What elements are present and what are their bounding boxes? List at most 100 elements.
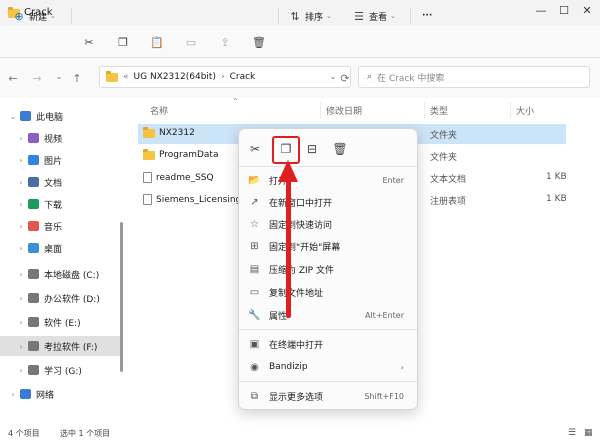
sidebar-item[interactable]: › 网络	[0, 384, 120, 404]
sidebar-item[interactable]: ⌄ 此电脑	[0, 106, 120, 126]
chevron-right-icon[interactable]: ⌄	[6, 112, 20, 121]
column-type[interactable]: 类型	[430, 104, 448, 117]
cut-icon[interactable]: ✂	[82, 35, 96, 49]
menu-item[interactable]: 🔧 属性 Alt+Enter	[248, 304, 414, 326]
sidebar-item-label: 本地磁盘 (C:)	[44, 270, 100, 281]
column-size[interactable]: 大小	[516, 104, 534, 117]
sidebar-item[interactable]: › 文档	[0, 172, 120, 192]
menu-divider	[239, 381, 417, 382]
sidebar-item[interactable]: › 图片	[0, 150, 120, 170]
breadcrumb-overflow[interactable]: «	[123, 72, 129, 82]
location-icon	[20, 389, 31, 399]
more-options-button[interactable]: ···	[422, 6, 432, 26]
sort-button[interactable]: ⇅ 排序 ⌄	[288, 6, 332, 26]
sidebar-item-label: 视频	[44, 134, 63, 145]
copy-icon[interactable]: ❐	[116, 35, 130, 49]
delete-icon[interactable]: 🗑	[331, 140, 349, 158]
file-type: 文件夹	[430, 153, 458, 163]
breadcrumb-segment[interactable]: UG NX2312(64bit)	[134, 72, 216, 82]
menu-item[interactable]: ◉ Bandizip ›	[248, 356, 414, 378]
file-name-text: ProgramData	[159, 150, 219, 160]
folder-icon	[143, 126, 155, 138]
sidebar-item-label: 学习 (G:)	[44, 366, 82, 377]
menu-item-icon: ◉	[250, 361, 259, 373]
sidebar-item[interactable]: › 视频	[0, 128, 120, 148]
sidebar-item-label: 桌面	[44, 244, 63, 255]
chevron-right-icon[interactable]: ›	[14, 244, 28, 253]
delete-icon[interactable]: 🗑	[252, 35, 266, 49]
chevron-right-icon[interactable]: ›	[14, 134, 28, 143]
close-button[interactable]: ✕	[580, 4, 594, 18]
menu-item-icon: ▣	[249, 338, 260, 350]
search-input[interactable]: ⌕ 在 Crack 中搜索	[358, 66, 590, 88]
chevron-right-icon[interactable]: ›	[14, 294, 28, 303]
maximize-button[interactable]: ☐	[557, 4, 571, 18]
back-icon[interactable]: ←	[6, 72, 20, 85]
view-button[interactable]: ☰ 查看 ⌄	[352, 6, 396, 26]
details-view-icon[interactable]: ☰	[568, 428, 576, 438]
forward-icon[interactable]: →	[30, 72, 44, 85]
menu-item[interactable]: 📂 打开 Enter	[248, 169, 414, 191]
file-name-text: readme_SSQ	[156, 172, 214, 183]
sidebar-item[interactable]: › 软件 (E:)	[0, 312, 120, 332]
sidebar-item[interactable]: › 音乐	[0, 216, 120, 236]
chevron-right-icon[interactable]: ›	[14, 342, 28, 351]
column-divider	[320, 102, 321, 118]
paste-icon[interactable]: 📋	[150, 35, 164, 49]
cut-icon[interactable]: ✂	[246, 140, 264, 158]
chevron-down-icon[interactable]: ⌄	[52, 72, 66, 81]
sidebar-item[interactable]: › 考拉软件 (F:)	[0, 336, 120, 356]
sort-icon: ⇅	[290, 9, 300, 23]
refresh-icon[interactable]: ⟳	[338, 72, 352, 85]
share-icon[interactable]: ⇪	[218, 35, 232, 49]
sidebar-item[interactable]: › 学习 (G:)	[0, 360, 120, 380]
sidebar-item[interactable]: › 本地磁盘 (C:)	[0, 264, 120, 284]
rename-icon[interactable]: ▭	[184, 35, 198, 49]
new-button[interactable]: ⊕ 新建 ⌄	[12, 6, 56, 26]
column-name[interactable]: 名称	[150, 104, 168, 117]
menu-item[interactable]: ▤ 压缩为 ZIP 文件	[248, 258, 414, 280]
menu-divider	[239, 329, 417, 330]
sidebar-item-label: 下载	[44, 200, 63, 211]
menu-item[interactable]: ↗ 在新窗口中打开	[248, 191, 414, 213]
menu-item[interactable]: ⊞ 固定到"开始"屏幕	[248, 235, 414, 257]
menu-item[interactable]: ⧉ 显示更多选项 Shift+F10	[248, 385, 414, 407]
chevron-right-icon[interactable]: ›	[6, 390, 20, 399]
sidebar-item[interactable]: › 下载	[0, 194, 120, 214]
chevron-right-icon[interactable]: ›	[14, 270, 28, 279]
menu-item-shortcut: ›	[400, 362, 404, 372]
menu-item-label: Bandizip	[269, 362, 308, 372]
sidebar-item-label: 网络	[36, 390, 55, 401]
chevron-right-icon[interactable]: ›	[14, 366, 28, 375]
tiles-view-icon[interactable]: ▦	[584, 428, 593, 438]
sidebar-item[interactable]: › 办公软件 (D:)	[0, 288, 120, 308]
location-icon	[28, 199, 39, 209]
chevron-right-icon[interactable]: ›	[14, 318, 28, 327]
column-divider	[510, 102, 511, 118]
breadcrumb-separator: ›	[220, 72, 225, 82]
plus-circle-icon: ⊕	[14, 9, 24, 23]
chevron-right-icon[interactable]: ›	[14, 178, 28, 187]
menu-item[interactable]: ▣ 在终端中打开	[248, 333, 414, 355]
menu-item[interactable]: ☆ 固定到快速访问	[248, 213, 414, 235]
view-icon: ☰	[354, 9, 364, 23]
minimize-button[interactable]: —	[534, 4, 548, 18]
up-icon[interactable]: ↑	[70, 72, 84, 85]
chevron-right-icon[interactable]: ›	[14, 156, 28, 165]
sidebar-scrollbar[interactable]	[120, 222, 123, 372]
rename-icon[interactable]: ⊟	[303, 140, 321, 158]
chevron-right-icon[interactable]: ›	[14, 200, 28, 209]
sidebar-item[interactable]: › 桌面	[0, 238, 120, 258]
file-name: ProgramData	[143, 148, 219, 160]
menu-item-shortcut: Alt+Enter	[364, 310, 404, 320]
address-bar[interactable]: « UG NX2312(64bit) › Crack	[99, 66, 351, 88]
menu-item-shortcut: Enter	[382, 175, 404, 185]
breadcrumb-segment[interactable]: Crack	[230, 72, 256, 82]
menu-item[interactable]: ▭ 复制文件地址	[248, 281, 414, 303]
column-modified[interactable]: 修改日期	[326, 104, 362, 117]
menu-item-icon: 🔧	[248, 309, 261, 321]
chevron-down-icon: ⌄	[50, 12, 56, 20]
file-size: 1 KB	[546, 172, 567, 182]
toolbar-divider	[410, 8, 411, 24]
chevron-right-icon[interactable]: ›	[14, 222, 28, 231]
